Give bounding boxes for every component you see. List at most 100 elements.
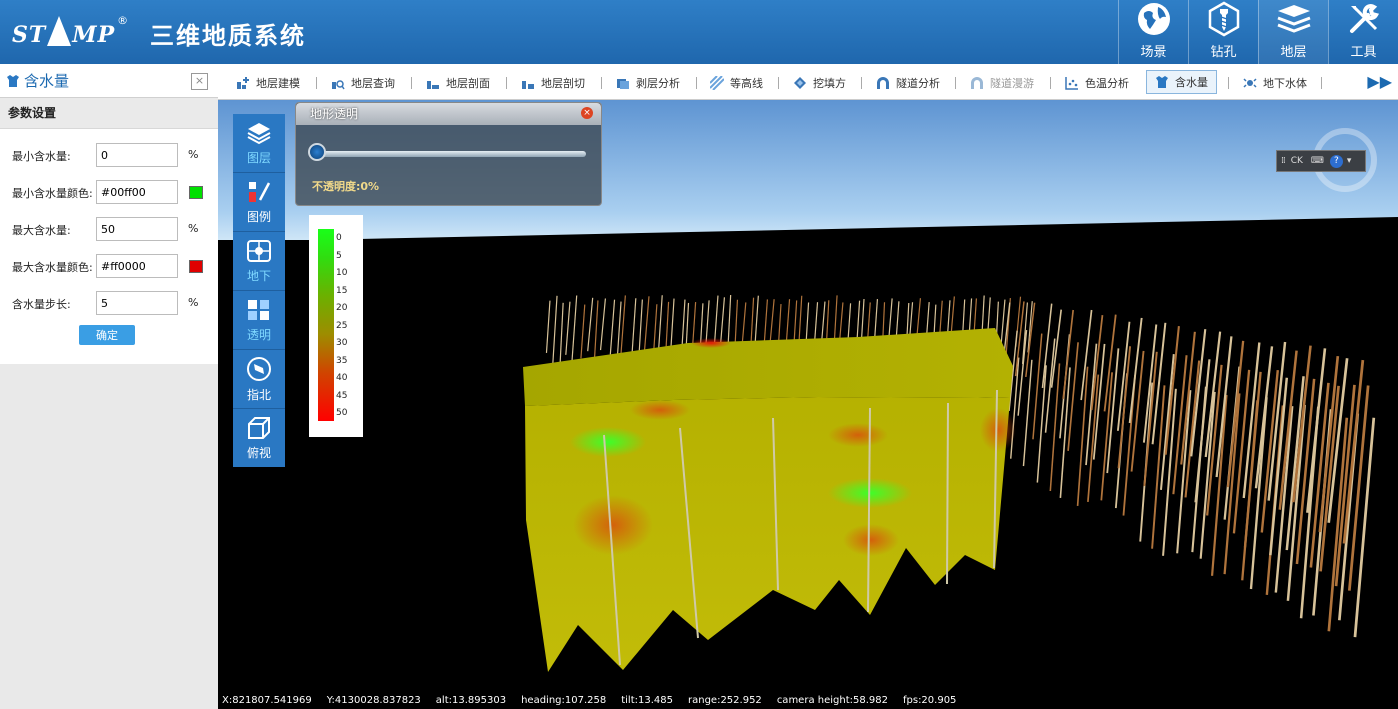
low-water-zone	[570, 427, 646, 457]
top-view-icon	[248, 416, 270, 439]
analysis-toolbar: 地层建模 地层查询 地层剖面 地层剖切 剥层分析 等高线 挖填方 隧道分析 隧道…	[218, 64, 1398, 100]
globe-icon	[1137, 3, 1170, 35]
peel-icon	[617, 79, 629, 89]
opacity-slider-handle[interactable]	[308, 143, 326, 161]
min-color-label: 最小含水量颜色:	[12, 187, 93, 200]
high-water-zone	[828, 423, 888, 447]
step-input[interactable]	[96, 291, 178, 315]
opacity-slider-track[interactable]	[314, 151, 586, 157]
toolbar-separator	[506, 77, 507, 89]
legend-tick: 10	[336, 268, 348, 278]
cut-icon	[522, 81, 534, 89]
max-color-input[interactable]	[96, 254, 178, 278]
section-title: 参数设置	[0, 98, 218, 129]
dialog-close-icon[interactable]: ×	[581, 107, 593, 119]
contour-icon	[710, 76, 724, 90]
max-water-row: 最大含水量: %	[0, 217, 218, 241]
tool-cut-fill[interactable]: 挖填方	[793, 73, 846, 93]
keyboard-icon[interactable]: ⌨	[1311, 156, 1324, 166]
logo-triangle-icon	[47, 16, 72, 46]
navigation-widget[interactable]: ⁞⁞ CK ⌨ ? ▾	[1276, 150, 1366, 172]
toolbar-separator	[955, 77, 956, 89]
water-content-icon	[1156, 76, 1168, 88]
toolbar-separator	[1228, 77, 1229, 89]
tool-stratum-section[interactable]: 地层剖面	[426, 73, 490, 93]
legend-tick: 5	[336, 250, 342, 261]
confirm-button[interactable]: 确定	[79, 325, 135, 345]
3d-viewport[interactable]: 图层 图例 地下 透明 指北 俯视 地形透明 × 不透明度:0% 0 5 10 …	[218, 100, 1398, 709]
toolbar-separator	[1321, 77, 1322, 89]
side-tool-north[interactable]: 指北	[233, 350, 285, 409]
legend-icon	[249, 181, 271, 202]
toolbar-separator	[1050, 77, 1051, 89]
tool-stratum-query[interactable]: 地层查询	[331, 73, 395, 93]
grip-icon: ⁞⁞	[1281, 156, 1286, 166]
nav-widget-text: CK	[1290, 156, 1303, 166]
topnav-stratum[interactable]: 地层	[1258, 0, 1328, 64]
legend-color-ramp	[318, 229, 334, 421]
top-nav: 场景 钻孔 地层 工具	[1118, 0, 1398, 64]
water-content-icon	[7, 74, 19, 87]
cut-fill-icon	[794, 77, 806, 89]
percent-unit: %	[188, 222, 199, 235]
toolbar-more-icon[interactable]: ▶▶	[1367, 72, 1392, 91]
dialog-title: 地形透明	[296, 103, 601, 125]
percent-unit: %	[188, 296, 199, 309]
side-tool-underground[interactable]: 地下	[233, 232, 285, 291]
tool-stratum-cut[interactable]: 地层剖切	[521, 73, 585, 93]
max-water-label: 最大含水量:	[12, 224, 71, 237]
high-water-zone	[691, 338, 731, 348]
tool-groundwater-body[interactable]: 地下水体	[1243, 73, 1307, 93]
step-row: 含水量步长: %	[0, 291, 218, 315]
toolbar-separator	[601, 77, 602, 89]
toolbar-separator	[861, 77, 862, 89]
max-color-swatch[interactable]	[189, 260, 203, 273]
help-icon[interactable]: ?	[1329, 154, 1343, 168]
topnav-tools[interactable]: 工具	[1328, 0, 1398, 64]
side-tool-top-view[interactable]: 俯视	[233, 409, 285, 467]
min-water-input[interactable]	[96, 143, 178, 167]
tool-water-content[interactable]: 含水量	[1146, 70, 1217, 94]
status-camera-height: camera height:58.982	[776, 695, 888, 706]
side-tool-transparency[interactable]: 透明	[233, 291, 285, 350]
status-bar: X:821807.541969 Y:4130028.837823 alt:13.…	[218, 692, 1398, 709]
min-water-row: 最小含水量: %	[0, 143, 218, 167]
max-color-row: 最大含水量颜色:	[0, 254, 218, 278]
opacity-label: 不透明度:0%	[312, 180, 380, 193]
tunnel-roam-icon	[971, 77, 983, 89]
min-color-swatch[interactable]	[189, 186, 203, 199]
high-water-zone	[573, 495, 653, 555]
topnav-scene[interactable]: 场景	[1118, 0, 1188, 64]
toolbar-separator	[778, 77, 779, 89]
status-x: X:821807.541969	[222, 695, 312, 706]
min-color-input[interactable]	[96, 180, 178, 204]
tool-tunnel-analysis[interactable]: 隧道分析	[876, 73, 940, 93]
side-tool-legend[interactable]: 图例	[233, 173, 285, 232]
status-range: range:252.952	[688, 695, 762, 706]
high-water-zone	[980, 408, 1016, 452]
side-tool-layers[interactable]: 图层	[233, 114, 285, 173]
status-tilt: tilt:13.485	[621, 695, 673, 706]
water-content-legend: 0 5 10 15 20 25 30 35 40 45 50	[309, 215, 363, 437]
toolbar-separator	[411, 77, 412, 89]
legend-tick: 15	[336, 285, 348, 296]
tool-contour[interactable]: 等高线	[710, 73, 763, 93]
tools-icon	[1349, 4, 1379, 33]
app-header: ST MP ® 三维地质系统 场景 钻孔 地层 工具	[0, 0, 1398, 64]
chevron-down-icon[interactable]: ▾	[1347, 156, 1352, 166]
topnav-borehole[interactable]: 钻孔	[1188, 0, 1258, 64]
legend-tick: 30	[336, 338, 348, 348]
legend-tick: 0	[336, 233, 342, 243]
tool-color-temperature[interactable]: 色温分析	[1065, 73, 1129, 93]
legend-tick: 50	[336, 408, 348, 418]
section-icon	[427, 81, 439, 89]
tool-tunnel-roaming[interactable]: 隧道漫游	[970, 73, 1034, 93]
close-icon[interactable]: ×	[191, 73, 208, 90]
color-temp-icon	[1065, 77, 1078, 90]
layers-stack-icon	[247, 122, 271, 144]
toolbar-separator	[696, 77, 697, 89]
max-water-input[interactable]	[96, 217, 178, 241]
high-water-zone	[843, 524, 899, 556]
tool-stratum-modeling[interactable]: 地层建模	[236, 73, 300, 93]
tool-peel-analysis[interactable]: 剥层分析	[616, 73, 680, 93]
